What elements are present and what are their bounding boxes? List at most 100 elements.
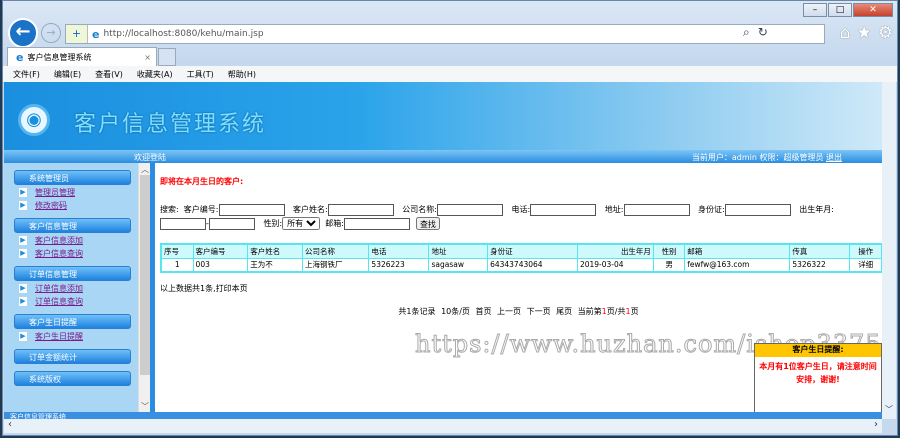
customer-no-label: 客户编号: bbox=[183, 205, 219, 214]
phone-label: 电话: bbox=[511, 205, 531, 214]
page-horizontal-scrollbar[interactable]: ‹ › bbox=[4, 419, 882, 433]
pager-next[interactable]: 下一页 bbox=[527, 307, 551, 316]
page-vertical-scrollbar[interactable]: ﹀ bbox=[882, 82, 896, 419]
birth-label: 出生年月: bbox=[799, 205, 834, 214]
search-icon[interactable]: ⌕ bbox=[743, 25, 750, 40]
birth-to-input[interactable] bbox=[208, 217, 255, 230]
detail-link[interactable]: 详细 bbox=[849, 257, 882, 273]
sidebar-link[interactable]: ▶ 订单信息添加 bbox=[19, 283, 138, 294]
address-input[interactable] bbox=[623, 203, 690, 216]
customer-no-input[interactable] bbox=[218, 203, 285, 216]
table-cell: 2019-03-04 bbox=[576, 257, 654, 273]
sidebar-group[interactable]: 系统管理员 bbox=[14, 170, 131, 185]
close-button[interactable]: ✕ bbox=[853, 3, 893, 17]
favorites-icon[interactable]: ★ bbox=[857, 23, 872, 43]
pager-last[interactable]: 尾页 bbox=[556, 307, 572, 316]
forward-button[interactable]: → bbox=[41, 23, 61, 43]
pager-current-suffix: 页 bbox=[630, 307, 639, 316]
column-header: 序号 bbox=[160, 243, 194, 259]
sidebar-link[interactable]: ▶ 客户信息添加 bbox=[19, 235, 138, 246]
table-cell: 64343743064 bbox=[487, 257, 578, 273]
gear-icon[interactable]: ⚙ bbox=[878, 23, 893, 43]
sidebar-link-label[interactable]: 管理员管理 bbox=[35, 187, 75, 198]
menu-help[interactable]: 帮助(H) bbox=[228, 69, 256, 80]
column-header: 公司名称 bbox=[301, 243, 370, 259]
id-card-input[interactable] bbox=[724, 203, 791, 216]
column-header: 性别 bbox=[652, 243, 686, 259]
sidebar-link-label[interactable]: 订单信息添加 bbox=[35, 283, 83, 294]
address-bar[interactable]: + e http://localhost:8080/kehu/main.jsp bbox=[65, 24, 825, 44]
column-header: 出生年月 bbox=[576, 243, 654, 259]
footer: 客户信息管理系统 bbox=[4, 412, 882, 419]
sidebar-link-label[interactable]: 修改密码 bbox=[35, 200, 67, 211]
customer-name-label: 客户姓名: bbox=[293, 205, 328, 214]
sidebar-group[interactable]: 客户信息管理 bbox=[14, 218, 131, 233]
tab-main[interactable]: e 客户信息管理系统 × bbox=[7, 47, 157, 66]
maximize-button[interactable]: □ bbox=[828, 3, 852, 17]
menu-tools[interactable]: 工具(T) bbox=[187, 69, 214, 80]
menu-favorites[interactable]: 收藏夹(A) bbox=[137, 69, 173, 80]
sidebar-link[interactable]: ▶ 客户生日提醒 bbox=[19, 331, 138, 342]
sidebar-link[interactable]: ▶ 订单信息查询 bbox=[19, 296, 138, 307]
gender-select[interactable]: 所有 bbox=[282, 217, 321, 230]
table-cell: 5326223 bbox=[368, 257, 430, 273]
sidebar-group[interactable]: 订单金额统计 bbox=[14, 349, 131, 364]
sidebar-link-label[interactable]: 客户信息添加 bbox=[35, 235, 83, 246]
birthday-heading: 即将在本月生日的客户: bbox=[160, 177, 244, 186]
minimize-button[interactable]: – bbox=[803, 3, 827, 17]
column-header: 邮箱 bbox=[684, 243, 791, 259]
birth-from-input[interactable] bbox=[160, 217, 206, 230]
table-cell: fewfw@163.com bbox=[684, 257, 791, 273]
shield-icon[interactable]: + bbox=[66, 25, 88, 43]
search-form: 搜索: 客户编号: 客户姓名: 公司名称: 电话: 地址: 身份证: 出生年月:… bbox=[160, 203, 877, 231]
popup-body: 本月有1位客户生日，请注意时间安排，谢谢! bbox=[759, 362, 877, 384]
menu-bar: 文件(F) 编辑(E) 查看(V) 收藏夹(A) 工具(T) 帮助(H) bbox=[3, 66, 897, 83]
logout-link[interactable]: 退出 bbox=[826, 153, 842, 162]
pager-first[interactable]: 首页 bbox=[475, 307, 491, 316]
email-input[interactable] bbox=[343, 217, 410, 230]
refresh-icon[interactable]: ↻ bbox=[758, 25, 768, 40]
pager-prev[interactable]: 上一页 bbox=[497, 307, 521, 316]
sidebar-group[interactable]: 订单信息管理 bbox=[14, 266, 131, 281]
new-tab-button[interactable] bbox=[158, 48, 176, 66]
sidebar-link[interactable]: ▶ 客户信息查询 bbox=[19, 248, 138, 259]
status-bar: 欢迎登陆 当前用户：admin 权限：超级管理员 退出 bbox=[4, 150, 882, 163]
column-header: 操作 bbox=[849, 243, 882, 259]
sidebar-link[interactable]: ▶ 管理员管理 bbox=[19, 187, 138, 198]
sidebar-link[interactable]: ▶ 修改密码 bbox=[19, 200, 138, 211]
search-label: 搜索: bbox=[160, 205, 179, 214]
close-tab-icon[interactable]: × bbox=[144, 53, 151, 62]
home-icon[interactable]: ⌂ bbox=[840, 23, 851, 43]
search-button[interactable]: 查找 bbox=[415, 217, 440, 230]
sidebar-link-label[interactable]: 订单信息查询 bbox=[35, 296, 83, 307]
sidebar-link-label[interactable]: 客户生日提醒 bbox=[35, 331, 83, 342]
arrow-icon: ▶ bbox=[19, 236, 27, 245]
arrow-icon: ▶ bbox=[19, 188, 27, 197]
back-button[interactable]: ← bbox=[8, 18, 38, 48]
banner: ◉ 客户信息管理系统 bbox=[4, 82, 882, 150]
sidebar-group[interactable]: 客户生日提醒 bbox=[14, 314, 131, 329]
sidebar-group[interactable]: 系统版权 bbox=[14, 371, 131, 386]
column-header: 客户编号 bbox=[192, 243, 249, 259]
sidebar: 系统管理员 ▶ 管理员管理 ▶ 修改密码 客户信息管理 ▶ 客户信息添加 ▶ 客户信息查询 订单信息… bbox=[4, 163, 138, 413]
current-user: 当前用户：admin 权限：超级管理员 bbox=[691, 153, 824, 162]
pager: 共1条记录 10条/页 首页 上一页 下一页 尾页 当前第1页/共1页 bbox=[160, 306, 877, 317]
menu-view[interactable]: 查看(V) bbox=[95, 69, 123, 80]
ie-icon: e bbox=[16, 50, 24, 64]
page-content: ◉ 客户信息管理系统 欢迎登陆 当前用户：admin 权限：超级管理员 退出 系… bbox=[4, 82, 882, 413]
sidebar-scrollbar[interactable]: ︿ ﹀ bbox=[138, 163, 150, 413]
print-link[interactable]: 打印本页 bbox=[216, 284, 248, 293]
column-header: 客户姓名 bbox=[247, 243, 303, 259]
customer-name-input[interactable] bbox=[327, 203, 394, 216]
table-cell: 上海钢铁厂 bbox=[301, 257, 370, 273]
url-text[interactable]: http://localhost:8080/kehu/main.jsp bbox=[103, 29, 263, 39]
sidebar-link-label[interactable]: 客户信息查询 bbox=[35, 248, 83, 259]
company-label: 公司名称: bbox=[402, 205, 437, 214]
phone-input[interactable] bbox=[530, 203, 597, 216]
menu-file[interactable]: 文件(F) bbox=[13, 69, 40, 80]
arrow-icon: ▶ bbox=[19, 201, 27, 210]
menu-edit[interactable]: 编辑(E) bbox=[54, 69, 81, 80]
pager-current-prefix: 当前第 bbox=[577, 307, 602, 316]
table-cell: sagasaw bbox=[428, 257, 489, 273]
company-input[interactable] bbox=[437, 203, 503, 216]
